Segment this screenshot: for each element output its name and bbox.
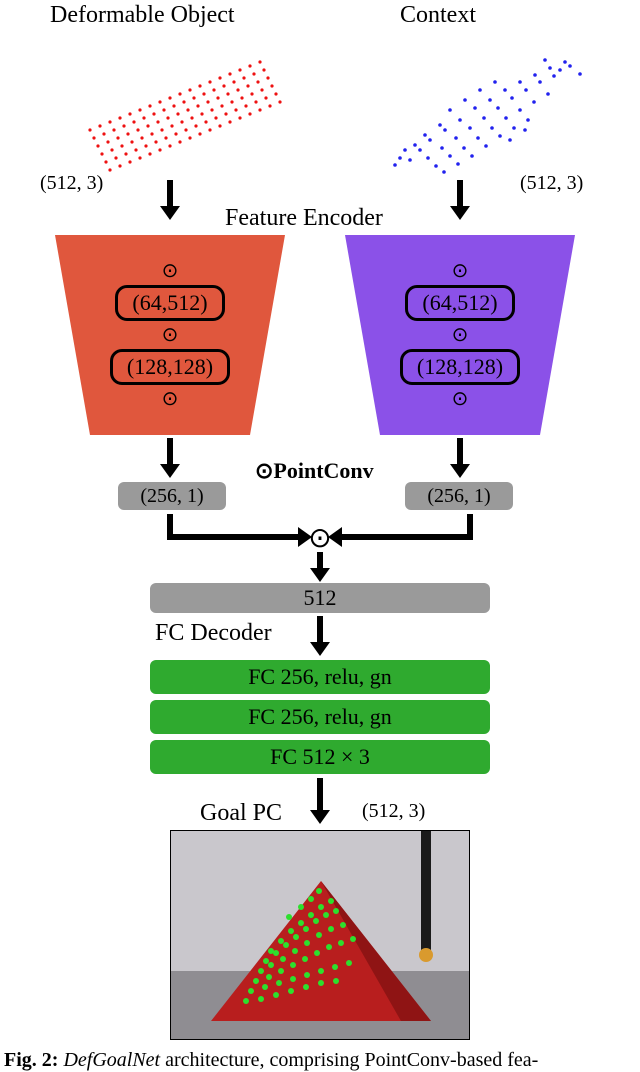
fuse-op-icon: ⊙ xyxy=(306,524,334,552)
output-shape: (512, 3) xyxy=(362,800,425,823)
decoder-title: FC Decoder xyxy=(155,620,272,647)
figure-caption: Fig. 2: DefGoalNet architecture, compris… xyxy=(0,1049,640,1072)
deformable-object-pointcloud xyxy=(50,30,310,190)
pointconv-op-icon: ⊙ xyxy=(162,261,179,281)
caption-fig: Fig. 2: xyxy=(4,1049,58,1071)
arrow-down-icon xyxy=(445,178,475,222)
pointconv-op-icon: ⊙ xyxy=(162,325,179,345)
caption-rest: architecture, comprising PointConv-based… xyxy=(160,1049,538,1071)
diagram-page: Deformable Object Context xyxy=(0,0,640,1072)
arrow-down-icon xyxy=(305,552,335,582)
encoder-right-block-2: (128,128) xyxy=(400,349,520,385)
caption-name: DefGoalNet xyxy=(63,1049,160,1071)
arrow-down-icon xyxy=(445,436,475,480)
encoder-left: ⊙ (64,512) ⊙ (128,128) ⊙ xyxy=(55,235,285,435)
arrow-down-icon xyxy=(305,614,335,658)
input-right-title: Context xyxy=(400,2,476,29)
pointconv-op-icon: ⊙ xyxy=(452,389,469,409)
concat-feature: 512 xyxy=(150,583,490,613)
input-left-shape: (512, 3) xyxy=(40,172,103,195)
pointconv-op-icon: ⊙ xyxy=(162,389,179,409)
input-left-title: Deformable Object xyxy=(50,2,235,29)
encoder-left-block-2: (128,128) xyxy=(110,349,230,385)
pointconv-op-icon: ⊙ xyxy=(452,261,469,281)
fc-layer-1: FC 256, relu, gn xyxy=(150,660,490,694)
feature-right: (256, 1) xyxy=(405,482,513,510)
goal-pc-image xyxy=(170,830,470,1040)
arrow-down-icon xyxy=(305,776,335,826)
input-right-shape: (512, 3) xyxy=(520,172,583,195)
arrow-elbow-right-icon xyxy=(160,512,320,562)
encoder-title: Feature Encoder xyxy=(225,205,383,232)
arrow-down-icon xyxy=(155,436,185,480)
context-pointcloud xyxy=(350,30,610,190)
fc-layer-3: FC 512 × 3 xyxy=(150,740,490,774)
encoder-right: ⊙ (64,512) ⊙ (128,128) ⊙ xyxy=(345,235,575,435)
encoder-right-block-1: (64,512) xyxy=(405,285,514,321)
pointconv-op-icon: ⊙ xyxy=(452,325,469,345)
feature-left: (256, 1) xyxy=(118,482,226,510)
arrow-elbow-left-icon xyxy=(320,512,480,562)
fc-layer-2: FC 256, relu, gn xyxy=(150,700,490,734)
pointconv-legend: ⊙PointConv xyxy=(255,458,374,484)
arrow-down-icon xyxy=(155,178,185,222)
encoder-left-block-1: (64,512) xyxy=(115,285,224,321)
output-title: Goal PC xyxy=(200,800,282,827)
